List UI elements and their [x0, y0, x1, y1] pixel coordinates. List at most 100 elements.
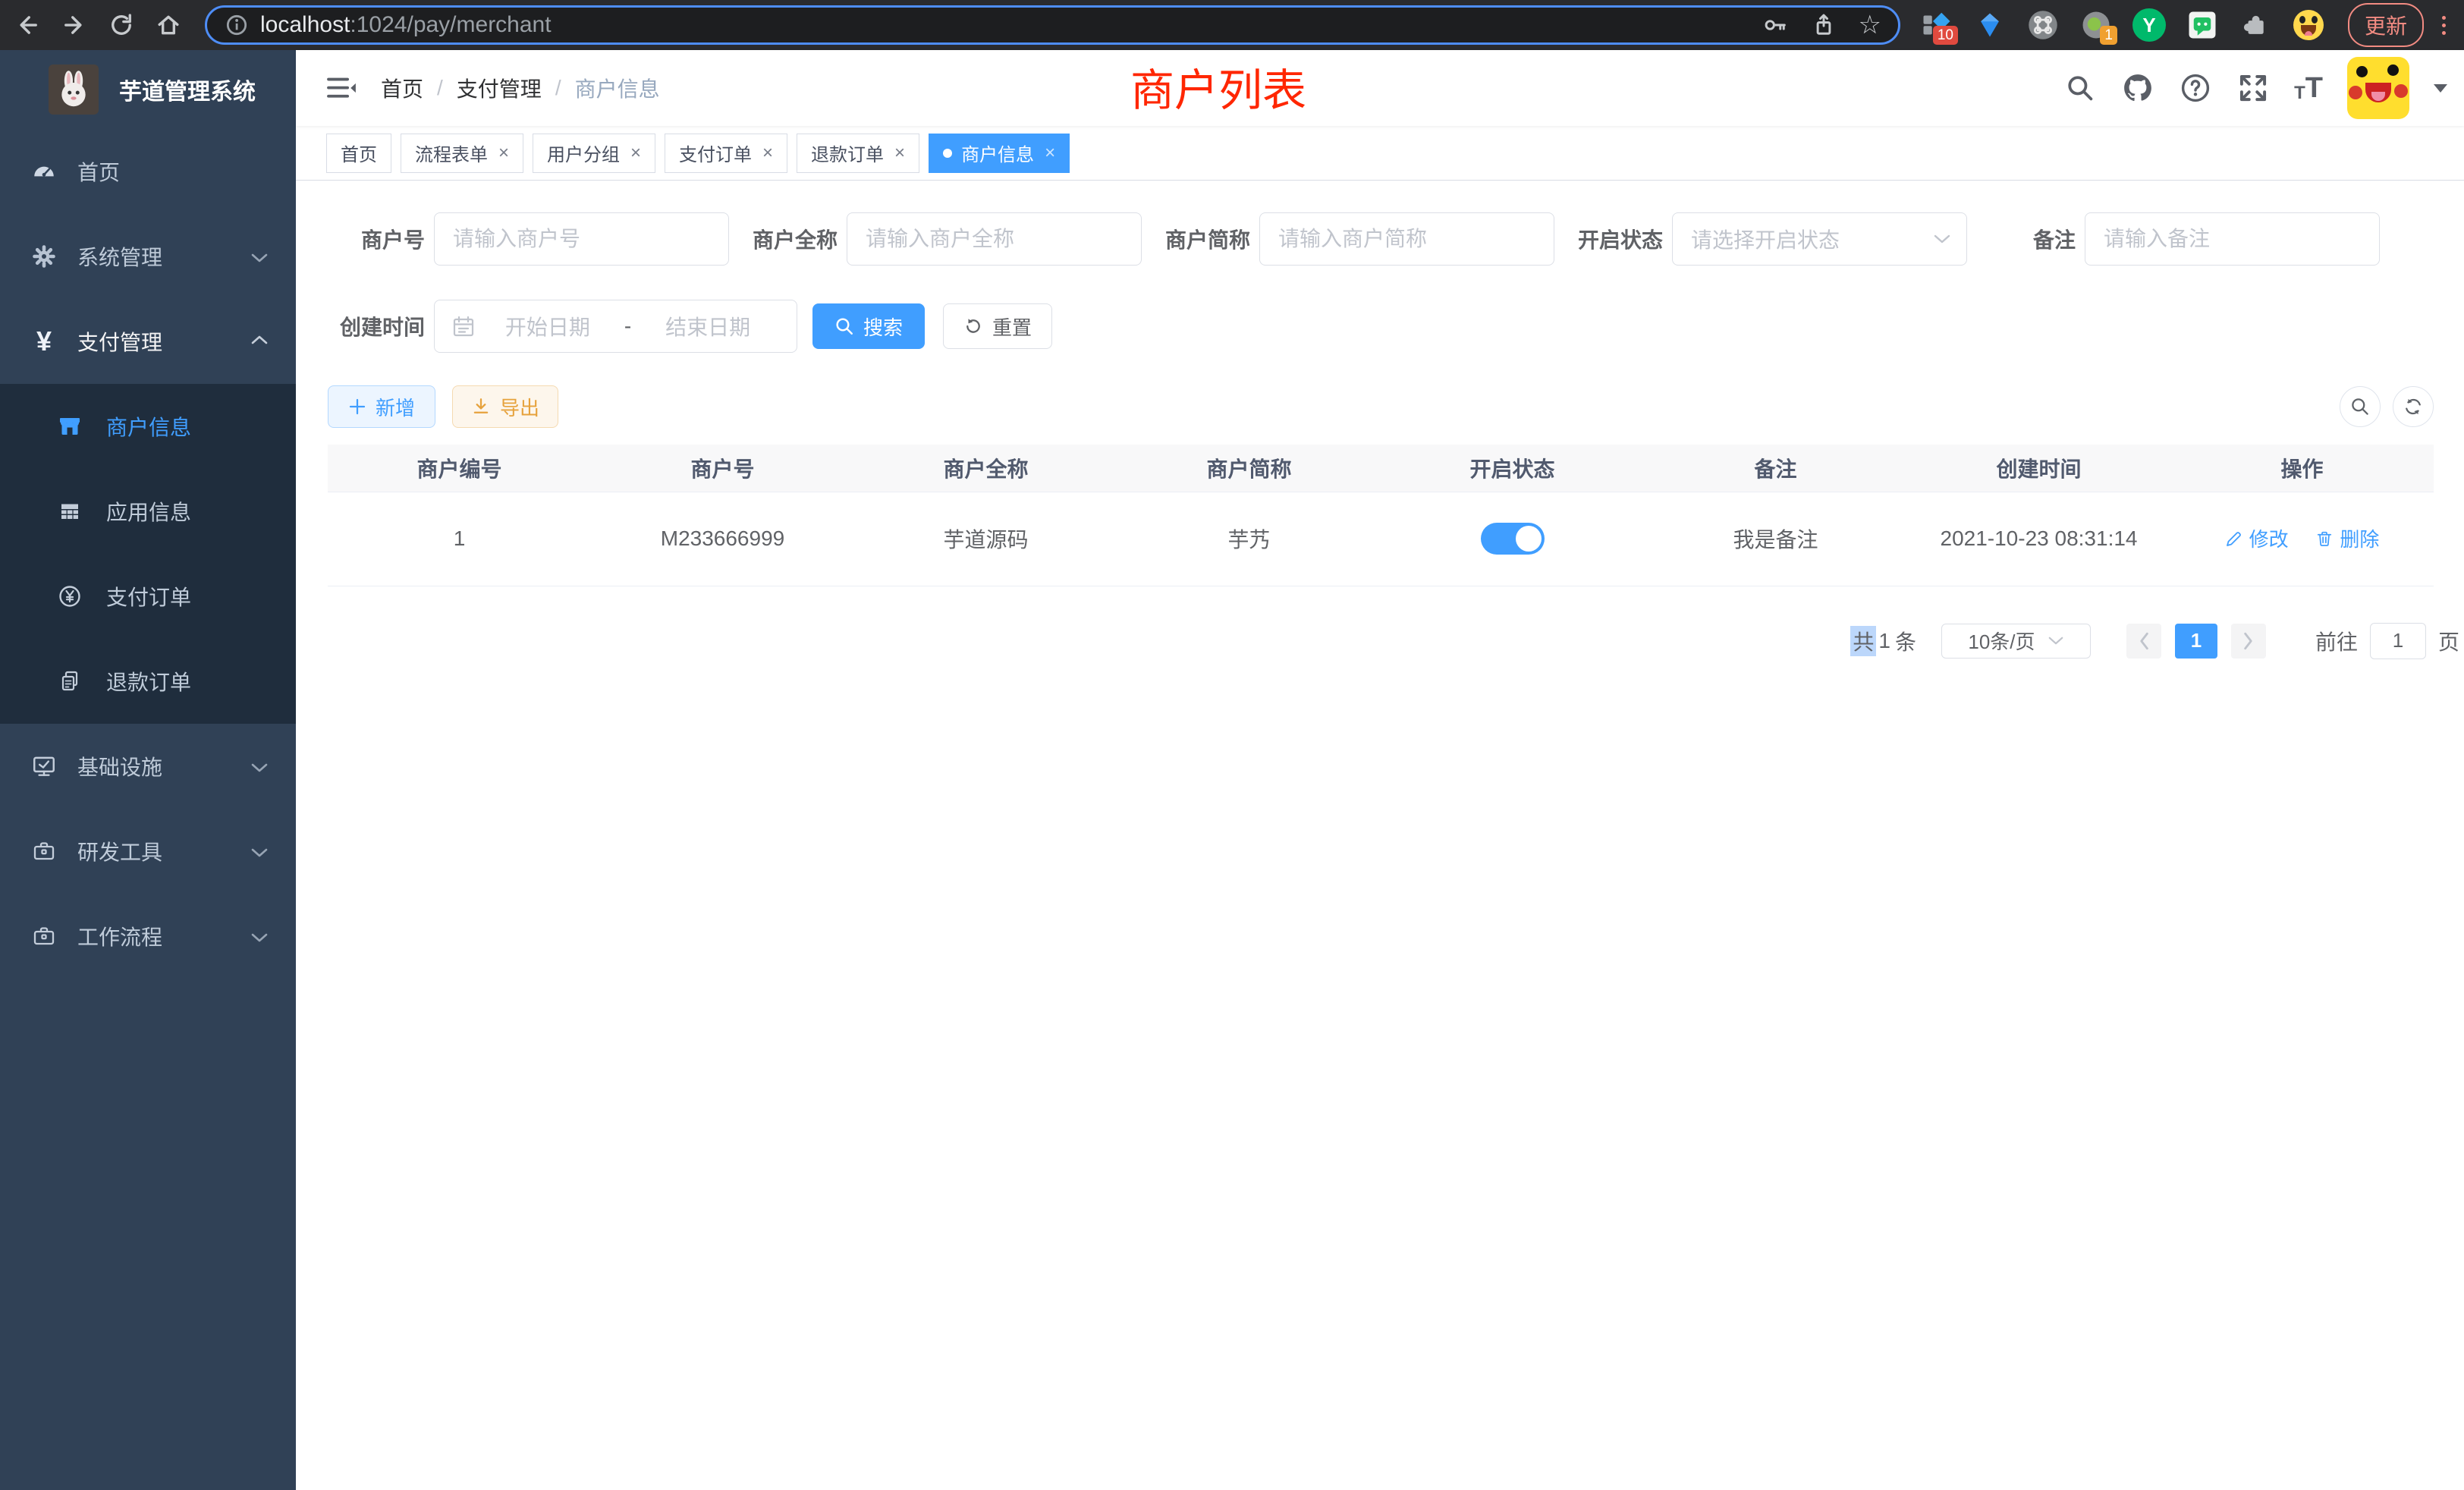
app-title: 芋道管理系统	[119, 73, 256, 106]
goto-page-input[interactable]	[2370, 623, 2426, 659]
delete-link[interactable]: 删除	[2315, 524, 2379, 552]
tab-label: 用户分组	[547, 140, 620, 166]
refresh-table-button[interactable]	[2393, 386, 2434, 427]
sidebar-toggle-icon[interactable]	[326, 74, 357, 102]
bookmark-star-icon[interactable]	[1859, 10, 1881, 40]
status-select[interactable]: 请选择开启状态	[1672, 212, 1967, 266]
site-info-icon[interactable]	[224, 12, 250, 38]
sidebar-item-label: 支付管理	[77, 326, 162, 357]
edit-link[interactable]: 修改	[2225, 524, 2289, 552]
tab-pay-order[interactable]: 支付订单	[665, 134, 787, 173]
extension-command-icon[interactable]	[2026, 8, 2060, 42]
edit-link-label: 修改	[2249, 524, 2289, 552]
close-icon[interactable]	[762, 144, 773, 162]
app-logo[interactable]: 芋道管理系统	[0, 50, 296, 129]
url-bar[interactable]: localhost:1024/pay/merchant	[205, 5, 1900, 45]
extension-record-icon[interactable]: 1	[2079, 8, 2113, 42]
sidebar: 芋道管理系统 首页 系统管理	[0, 50, 296, 1490]
next-page-button[interactable]	[2231, 624, 2266, 659]
profile-avatar-icon[interactable]	[2292, 8, 2325, 42]
extension-gem-icon[interactable]	[1973, 8, 2007, 42]
table-grid-icon	[56, 499, 83, 523]
browser-menu-icon[interactable]	[2442, 16, 2446, 35]
yen-icon	[30, 325, 58, 357]
page-size-select[interactable]: 10条/页	[1941, 624, 2091, 659]
status-toggle[interactable]	[1481, 523, 1545, 555]
store-icon	[56, 414, 83, 439]
user-avatar[interactable]	[2347, 57, 2409, 119]
tab-process-form[interactable]: 流程表单	[401, 134, 523, 173]
gear-icon	[30, 244, 58, 269]
search-icon[interactable]	[2063, 71, 2097, 105]
search-button-label: 搜索	[863, 313, 903, 341]
col-create-time: 创建时间	[1907, 445, 2170, 492]
start-date-placeholder: 开始日期	[476, 311, 620, 341]
password-key-icon[interactable]	[1762, 11, 1789, 39]
forward-icon[interactable]	[59, 10, 90, 40]
sidebar-item-dev-tools[interactable]: 研发工具	[0, 809, 296, 894]
col-full-name: 商户全称	[854, 445, 1117, 492]
sidebar-item-infrastructure[interactable]: 基础设施	[0, 724, 296, 809]
close-icon[interactable]	[630, 144, 641, 162]
tab-user-group[interactable]: 用户分组	[533, 134, 655, 173]
prev-page-button[interactable]	[2126, 624, 2161, 659]
extension-y-icon[interactable]: Y	[2132, 8, 2166, 42]
browser-chrome: localhost:1024/pay/merchant 10	[0, 0, 2464, 50]
add-button[interactable]: 新增	[328, 385, 435, 428]
create-time-range-picker[interactable]: 开始日期 - 结束日期	[434, 300, 797, 353]
status-select-placeholder: 请选择开启状态	[1691, 224, 1933, 254]
sidebar-item-pay-order[interactable]: 支付订单	[0, 554, 296, 639]
extension-chat-icon[interactable]	[2186, 8, 2219, 42]
short-name-input[interactable]	[1259, 212, 1554, 266]
calendar-icon	[451, 314, 476, 338]
url-host: localhost	[260, 12, 350, 37]
total-count: 1	[1876, 629, 1893, 653]
extensions-puzzle-icon[interactable]	[2239, 8, 2272, 42]
tab-merchant-info[interactable]: 商户信息	[929, 134, 1070, 173]
help-icon[interactable]	[2179, 71, 2212, 105]
merchant-no-input[interactable]	[434, 212, 729, 266]
toggle-search-button[interactable]	[2340, 386, 2381, 427]
close-icon[interactable]	[894, 144, 905, 162]
github-icon[interactable]	[2121, 71, 2154, 105]
tab-refund-order[interactable]: 退款订单	[797, 134, 919, 173]
close-icon[interactable]	[498, 144, 509, 162]
breadcrumb-payment[interactable]: 支付管理	[457, 73, 542, 103]
close-icon[interactable]	[1045, 144, 1055, 162]
dashboard-icon	[30, 159, 58, 184]
fullscreen-icon[interactable]	[2236, 71, 2270, 105]
tab-home[interactable]: 首页	[326, 134, 391, 173]
chevron-down-icon	[250, 754, 269, 778]
full-name-input[interactable]	[847, 212, 1142, 266]
home-icon[interactable]	[153, 10, 184, 40]
col-short-name: 商户简称	[1117, 445, 1381, 492]
reset-button[interactable]: 重置	[943, 303, 1052, 349]
search-button[interactable]: 搜索	[812, 303, 925, 349]
chevron-left-icon	[2137, 631, 2151, 651]
chrome-update-button[interactable]: 更新	[2348, 3, 2424, 47]
export-button[interactable]: 导出	[452, 385, 558, 428]
sidebar-item-label: 商户信息	[106, 411, 191, 442]
user-menu-caret-icon[interactable]	[2434, 84, 2447, 93]
col-actions: 操作	[2170, 445, 2434, 492]
share-icon[interactable]	[1810, 11, 1837, 39]
sidebar-item-refund-order[interactable]: 退款订单	[0, 639, 296, 724]
page-number-button[interactable]: 1	[2175, 624, 2217, 659]
sidebar-item-system[interactable]: 系统管理	[0, 214, 296, 299]
back-icon[interactable]	[12, 10, 42, 40]
extension-tiles-icon[interactable]: 10	[1920, 8, 1953, 42]
sidebar-item-app-info[interactable]: 应用信息	[0, 469, 296, 554]
merchant-table: 商户编号 商户号 商户全称 商户简称 开启状态 备注 创建时间 操作 1	[328, 445, 2434, 586]
breadcrumb-home[interactable]: 首页	[381, 73, 423, 103]
remark-input[interactable]	[2085, 212, 2380, 266]
plus-icon	[348, 398, 366, 416]
reload-icon[interactable]	[106, 10, 137, 40]
sidebar-item-payment[interactable]: 支付管理	[0, 299, 296, 384]
sidebar-item-home[interactable]: 首页	[0, 129, 296, 214]
top-navbar: 首页 / 支付管理 / 商户信息	[296, 50, 2464, 126]
toolbox-icon	[30, 839, 58, 863]
sidebar-item-merchant-info[interactable]: 商户信息	[0, 384, 296, 469]
font-size-icon[interactable]	[2294, 74, 2323, 102]
merchant-no-label: 商户号	[328, 224, 425, 254]
sidebar-item-workflow[interactable]: 工作流程	[0, 894, 296, 979]
